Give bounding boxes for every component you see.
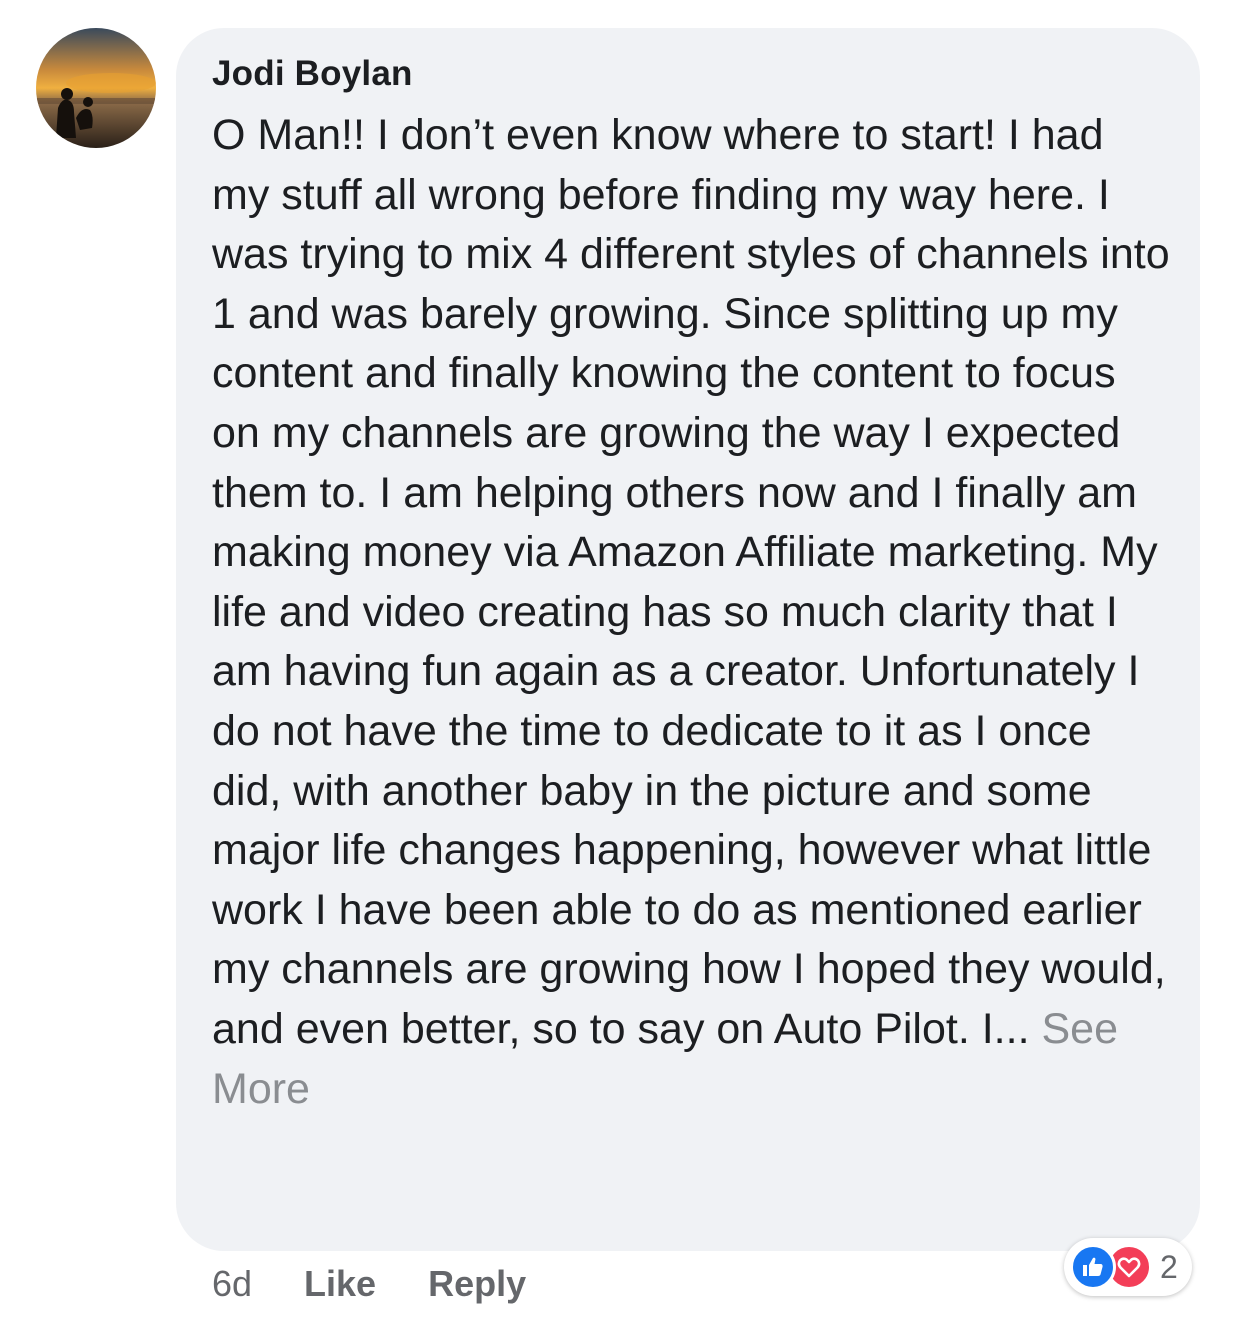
reactions-summary[interactable]: 2 (1064, 1238, 1192, 1296)
reaction-count: 2 (1160, 1248, 1178, 1285)
timestamp[interactable]: 6d (212, 1263, 252, 1305)
like-icon (1070, 1244, 1116, 1290)
avatar-image (36, 28, 156, 148)
avatar[interactable] (36, 28, 156, 148)
comment-bubble: Jodi Boylan O Man!! I don’t even know wh… (176, 28, 1200, 1251)
comment-text-content: O Man!! I don’t even know where to start… (212, 111, 1170, 1053)
like-button[interactable]: Like (304, 1263, 376, 1305)
author-name[interactable]: Jodi Boylan (212, 54, 413, 94)
comment: Jodi Boylan O Man!! I don’t even know wh… (0, 0, 1242, 1328)
reply-button[interactable]: Reply (428, 1263, 526, 1305)
comment-actions: 6d Like Reply (212, 1262, 578, 1306)
comment-text: O Man!! I don’t even know where to start… (212, 106, 1172, 1119)
